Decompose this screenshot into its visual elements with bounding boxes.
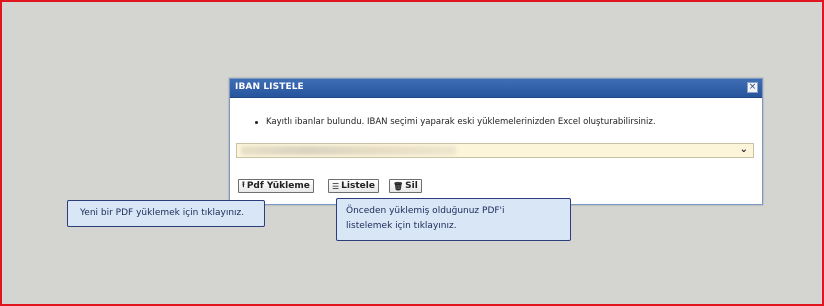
pdf-upload-button[interactable]: ⭱ Pdf Yükleme xyxy=(238,179,314,193)
list-tooltip-line2: listelemek için tıklayınız. xyxy=(346,221,457,231)
bullet-icon xyxy=(255,120,258,124)
upload-tooltip-text: Yeni bir PDF yüklemek için tıklayınız. xyxy=(80,208,245,218)
select-value-redacted xyxy=(241,146,456,155)
dialog-title: IBAN LISTELE xyxy=(235,82,304,92)
info-message: Kayıtlı ibanlar bulundu. IBAN seçimi yap… xyxy=(255,117,656,127)
list-button[interactable]: ☰ Listele xyxy=(328,179,379,193)
iban-list-dialog: IBAN LISTELE × Kayıtlı ibanlar bulundu. … xyxy=(229,78,763,205)
upload-icon: ⭱ xyxy=(242,180,245,189)
pdf-upload-label: Pdf Yükleme xyxy=(246,181,310,191)
close-icon[interactable]: × xyxy=(747,82,758,93)
list-tooltip: Önceden yüklemiş olduğunuz PDF'i listele… xyxy=(336,198,571,241)
list-tooltip-line1: Önceden yüklemiş olduğunuz PDF'i xyxy=(346,206,505,216)
upload-tooltip: Yeni bir PDF yüklemek için tıklayınız. xyxy=(67,200,265,227)
delete-label: Sil xyxy=(405,181,418,191)
dialog-header: IBAN LISTELE × xyxy=(230,79,762,98)
list-label: Listele xyxy=(341,181,375,191)
chevron-down-icon: ⌄ xyxy=(739,144,748,155)
list-icon: ☰ xyxy=(332,181,340,191)
iban-select[interactable]: ⌄ xyxy=(236,143,754,158)
delete-button[interactable]: 🗑 Sil xyxy=(389,179,422,193)
trash-icon: 🗑 xyxy=(393,181,404,191)
info-text: Kayıtlı ibanlar bulundu. IBAN seçimi yap… xyxy=(266,117,656,127)
